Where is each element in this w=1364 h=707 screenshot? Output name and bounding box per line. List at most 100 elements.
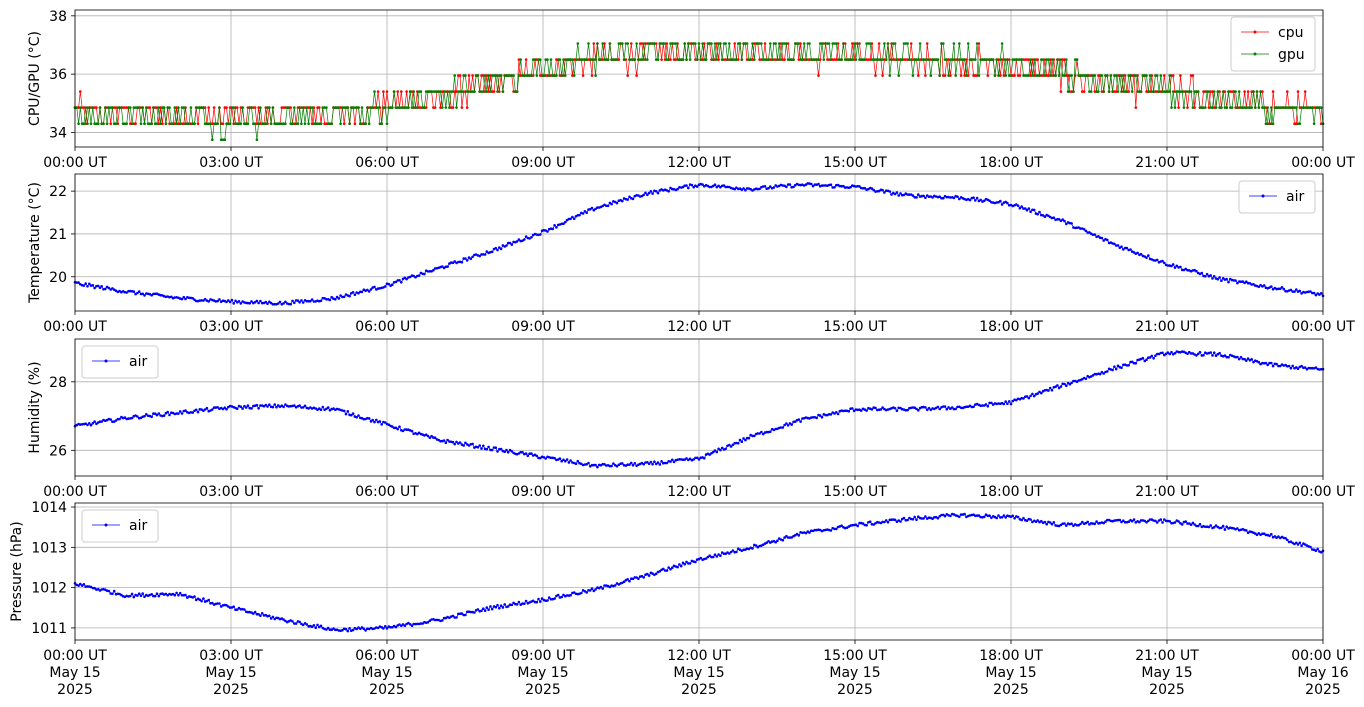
data-point (1234, 279, 1237, 282)
data-point (453, 442, 457, 446)
data-point (510, 243, 514, 246)
data-point (1166, 90, 1170, 93)
data-point (817, 182, 820, 186)
data-point (367, 122, 371, 125)
data-point (118, 417, 121, 421)
data-point (777, 42, 781, 45)
data-point (1043, 520, 1047, 524)
data-point (282, 405, 285, 409)
data-point (888, 74, 892, 77)
data-point (963, 58, 966, 61)
data-point (312, 624, 316, 627)
data-point (391, 106, 394, 109)
data-point (786, 424, 790, 427)
data-point (319, 624, 323, 628)
data-point (724, 42, 727, 45)
data-point (464, 257, 467, 260)
x-tick-label: 00:00 UT (43, 319, 107, 335)
data-point (587, 461, 590, 465)
data-point (1180, 523, 1184, 526)
data-point (489, 90, 492, 93)
data-point (833, 186, 836, 189)
data-point (84, 106, 87, 109)
data-point (139, 122, 143, 125)
data-point (956, 195, 959, 198)
data-point (922, 517, 925, 520)
data-point (1209, 351, 1212, 354)
data-point (562, 58, 565, 61)
data-point (515, 90, 519, 93)
data-point (710, 42, 713, 45)
data-point (95, 106, 98, 109)
data-point (804, 58, 808, 61)
data-point (640, 58, 644, 61)
data-point (271, 615, 275, 619)
data-point (496, 248, 499, 252)
data-point (751, 547, 754, 550)
x-tick-label: 15:00 UT (823, 319, 887, 335)
data-point (1059, 90, 1063, 93)
data-point (382, 90, 385, 93)
data-point (490, 607, 494, 611)
data-point (298, 301, 301, 304)
data-point (453, 74, 457, 77)
data-point (836, 412, 840, 416)
x-tick-label: 15:00 UT (823, 648, 887, 664)
data-point (1155, 74, 1159, 77)
data-point (1100, 236, 1104, 240)
data-point (446, 90, 449, 93)
data-point (1173, 521, 1177, 524)
data-point (284, 122, 287, 125)
data-point (555, 226, 558, 229)
data-point (257, 122, 260, 125)
data-point (218, 602, 221, 605)
data-point (835, 527, 838, 531)
data-point (1223, 528, 1227, 531)
data-point (1136, 251, 1139, 255)
data-point (965, 74, 968, 77)
data-point (248, 302, 251, 305)
data-point (915, 196, 918, 199)
data-point (569, 459, 572, 462)
data-point (1107, 90, 1111, 93)
data-point (694, 42, 697, 45)
data-point (900, 58, 904, 61)
data-point (917, 409, 920, 412)
data-point (925, 42, 929, 45)
data-point (769, 42, 772, 45)
data-point (942, 196, 945, 200)
data-point (1237, 357, 1241, 361)
data-point (820, 42, 824, 45)
chart-panel-1: 34 36 38 00:00 UT 03:00 UT 06:00 UT 09:00 UT 12… (27, 9, 1355, 171)
data-point (745, 42, 749, 45)
data-point (517, 600, 521, 604)
data-point (626, 578, 629, 581)
data-point (1006, 58, 1009, 61)
data-point (1013, 74, 1016, 77)
data-point (492, 90, 496, 93)
data-point (719, 554, 722, 557)
data-point (287, 106, 291, 109)
legend: cpu gpu (1230, 16, 1316, 72)
data-point (1312, 291, 1316, 295)
data-point (1111, 368, 1114, 372)
data-point (344, 412, 348, 416)
x-tick-label: 03:00 UT (199, 484, 263, 500)
data-point (1221, 524, 1225, 528)
data-point (656, 58, 660, 61)
data-point (601, 587, 604, 590)
data-point (1234, 90, 1237, 93)
data-point (1250, 106, 1253, 109)
data-point (162, 106, 166, 109)
data-point (801, 58, 804, 61)
data-point (137, 106, 141, 109)
data-point (621, 462, 624, 465)
data-point (301, 301, 305, 304)
data-point (547, 74, 551, 77)
data-point (687, 42, 690, 45)
data-point (983, 515, 986, 519)
data-point (89, 122, 93, 125)
data-point (143, 414, 146, 418)
data-point (1152, 90, 1155, 93)
data-point (626, 74, 629, 77)
